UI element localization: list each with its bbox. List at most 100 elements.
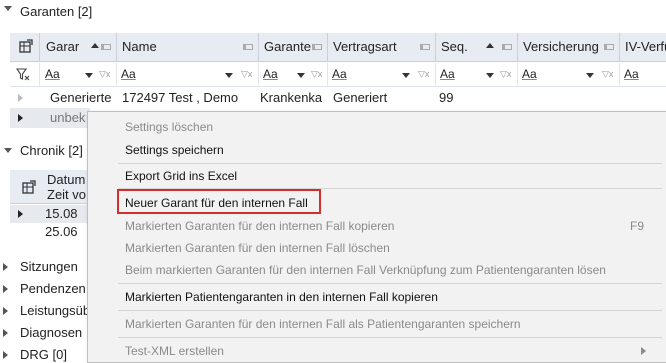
column-label: Versicherung: [523, 39, 599, 54]
menu-item-settings-loeschen[interactable]: Settings löschen: [125, 120, 213, 134]
menu-item-export-grid-excel[interactable]: Export Grid ins Excel: [125, 169, 237, 183]
column-header-iv-verfuegung[interactable]: IV-Verfü: [620, 33, 666, 62]
tree-section-pendenzen[interactable]: Pendenzen: [0, 280, 88, 300]
filter-clear-icon[interactable]: ▽x: [418, 69, 429, 80]
column-header-datum[interactable]: Datum: [47, 172, 85, 187]
column-header-garante[interactable]: Garante: [259, 33, 328, 62]
pin-icon[interactable]: [420, 44, 430, 50]
sort-ascending-icon: [91, 43, 99, 48]
garanten-collapse-icon[interactable]: [4, 6, 12, 11]
column-header-garant-art[interactable]: Garar: [41, 33, 117, 62]
filter-cell-name[interactable]: Aa ▽x: [117, 63, 259, 87]
filter-operator: Aa: [45, 67, 60, 81]
menu-item-patientengaranten-kopieren[interactable]: Markierten Patientengaranten in den inte…: [125, 290, 438, 304]
chronik-section-title: Chronik [2]: [20, 143, 83, 158]
column-header-name[interactable]: Name: [117, 33, 259, 62]
filter-operator: Aa: [121, 67, 136, 81]
menu-separator: [118, 163, 662, 164]
menu-item-als-patientengaranten-speichern[interactable]: Markierten Garanten für den internen Fal…: [125, 317, 521, 331]
filter-cell-garante[interactable]: Aa ▽x: [259, 63, 328, 87]
chronik-grid-header: Datum Zeit vo: [10, 170, 90, 204]
tree-section-drg[interactable]: DRG [0]: [0, 346, 88, 362]
pin-icon[interactable]: [312, 44, 322, 50]
pin-icon[interactable]: [101, 44, 111, 50]
column-header-vertragsart[interactable]: Vertragsart: [328, 33, 436, 62]
filter-cell-versicherung[interactable]: Aa ▽x: [518, 63, 620, 87]
cell-name: 172497 Test , Demo: [122, 90, 239, 105]
column-header-seq[interactable]: Seq.: [436, 33, 518, 62]
filter-cell-garant-art[interactable]: Aa ▽x: [41, 63, 117, 87]
filter-clear-button[interactable]: [10, 63, 40, 87]
filter-operator: Aa: [522, 67, 537, 81]
pin-icon[interactable]: [502, 44, 512, 50]
row-indicator-icon: [18, 114, 23, 122]
expand-icon: [3, 307, 8, 315]
column-label: Name: [122, 39, 157, 54]
menu-item-test-xml[interactable]: Test-XML erstellen: [125, 344, 224, 358]
menu-separator: [118, 283, 662, 284]
section-label: Pendenzen: [20, 281, 86, 296]
chronik-collapse-icon[interactable]: [4, 148, 12, 153]
cell-datum: 25.06: [45, 224, 78, 239]
dropdown-arrow-icon[interactable]: [225, 73, 233, 78]
sort-ascending-icon: [486, 43, 494, 48]
tree-section-sitzungen[interactable]: Sitzungen: [0, 258, 88, 278]
column-label: Seq.: [441, 39, 468, 54]
section-label: Sitzungen: [20, 259, 78, 274]
section-label: DRG [0]: [20, 347, 67, 362]
table-row[interactable]: unbek: [10, 108, 90, 128]
filter-cell-iv-verfuegung[interactable]: Aa: [620, 63, 666, 87]
column-chooser-button[interactable]: [10, 33, 40, 62]
cell-garant-art: Generierte: [50, 90, 112, 105]
menu-item-garant-kopieren[interactable]: Markierten Garanten für den internen Fal…: [125, 219, 394, 233]
context-menu: Settings löschen Settings speichern Expo…: [87, 111, 666, 363]
filter-cell-vertragsart[interactable]: Aa ▽x: [328, 63, 436, 87]
garanten-filter-row: Aa ▽x Aa ▽x Aa ▽x Aa ▽x Aa ▽x Aa ▽x Aa: [10, 63, 666, 87]
column-header-zeit[interactable]: Zeit vo: [47, 187, 86, 202]
column-label: Vertragsart: [333, 39, 397, 54]
dropdown-arrow-icon[interactable]: [85, 73, 93, 78]
column-chooser-icon[interactable]: [22, 180, 36, 197]
expand-icon: [3, 263, 8, 271]
cell-garant-art: unbek: [50, 110, 86, 125]
column-label: Garar: [46, 39, 80, 54]
pin-icon[interactable]: [604, 44, 614, 50]
column-header-versicherung[interactable]: Versicherung: [518, 33, 620, 62]
dropdown-arrow-icon[interactable]: [586, 73, 594, 78]
submenu-arrow-icon: [641, 347, 646, 355]
dropdown-arrow-icon[interactable]: [486, 73, 494, 78]
filter-cell-seq[interactable]: Aa ▽x: [436, 63, 518, 87]
filter-operator: Aa: [624, 67, 639, 81]
menu-shortcut: F9: [629, 219, 644, 233]
section-label: Diagnosen: [20, 325, 83, 340]
cell-datum: 15.08: [45, 206, 78, 221]
pin-icon[interactable]: [243, 44, 253, 50]
filter-clear-icon[interactable]: ▽x: [500, 69, 511, 80]
menu-item-neuer-garant[interactable]: Neuer Garant für den internen Fall: [125, 196, 308, 210]
tree-section-diagnosen[interactable]: Diagnosen: [0, 324, 88, 344]
cell-seq: 99: [439, 90, 454, 105]
menu-item-settings-speichern[interactable]: Settings speichern: [125, 143, 224, 157]
filter-operator: Aa: [440, 67, 455, 81]
garanten-grid-header: Garar Name Garante Vertragsart Seq. Vers…: [10, 33, 666, 62]
expand-icon: [3, 285, 8, 293]
table-row[interactable]: 15.08: [10, 205, 90, 223]
menu-separator: [118, 337, 662, 338]
filter-icon: [15, 68, 30, 81]
menu-item-verknuepfung-loesen[interactable]: Beim markierten Garanten für den interne…: [125, 263, 606, 277]
cell-garante: Krankenka: [260, 90, 323, 105]
table-row[interactable]: Generierte 172497 Test , Demo Krankenka …: [10, 88, 666, 108]
table-row[interactable]: 25.06: [10, 223, 90, 241]
filter-clear-icon[interactable]: ▽x: [99, 69, 110, 80]
menu-item-garant-loeschen[interactable]: Markierten Garanten für den internen Fal…: [125, 241, 390, 255]
cell-vertragsart: Generiert: [333, 90, 388, 105]
filter-clear-icon[interactable]: ▽x: [241, 69, 252, 80]
filter-operator: Aa: [332, 67, 347, 81]
filter-operator: Aa: [263, 67, 278, 81]
filter-clear-icon[interactable]: ▽x: [311, 69, 322, 80]
dropdown-arrow-icon[interactable]: [297, 73, 305, 78]
row-indicator-icon: [18, 94, 23, 102]
tree-section-leistungsuebersicht[interactable]: Leistungsüb: [0, 302, 90, 322]
filter-clear-icon[interactable]: ▽x: [602, 69, 613, 80]
dropdown-arrow-icon[interactable]: [402, 73, 410, 78]
